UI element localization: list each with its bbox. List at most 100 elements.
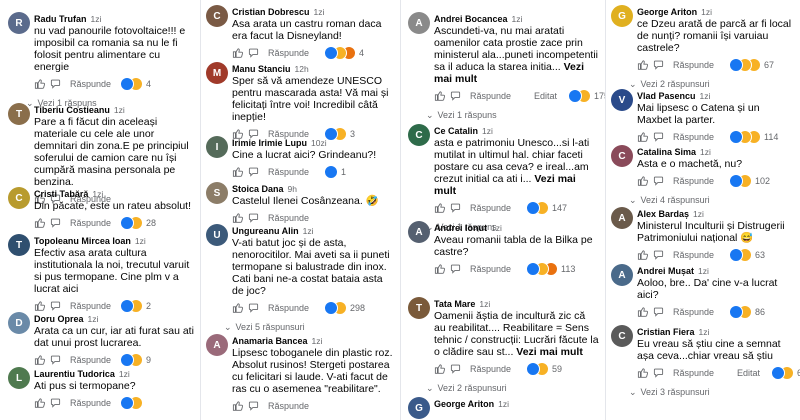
comment-time[interactable]: 1zi (699, 327, 710, 337)
like-reaction-icon[interactable] (324, 165, 338, 179)
comment-time[interactable]: 1zi (512, 14, 523, 24)
avatar[interactable]: C (408, 124, 430, 146)
reaction-count[interactable]: 67 (764, 58, 774, 72)
comment-icon[interactable] (50, 78, 61, 89)
comment-icon[interactable] (248, 166, 259, 177)
comment-author[interactable]: Cristian Dobrescu (232, 7, 310, 17)
reaction-count[interactable]: 28 (146, 216, 156, 230)
comment-author[interactable]: Andrei Bocancea (434, 14, 508, 24)
like-reaction-icon[interactable] (324, 127, 338, 141)
avatar[interactable]: T (8, 234, 30, 256)
like-icon[interactable] (434, 202, 445, 213)
avatar[interactable]: A (408, 221, 430, 243)
comment-author[interactable]: Irimie Irimie Lupu (232, 138, 307, 148)
comment-author[interactable]: Andrei Ionut (434, 223, 487, 233)
avatar[interactable]: T (8, 103, 30, 125)
reply-button[interactable]: Răspunde (70, 396, 111, 410)
comment-icon[interactable] (50, 354, 61, 365)
comment-author[interactable]: Andrei Mușat (637, 266, 694, 276)
comment-time[interactable]: 1zi (701, 7, 712, 17)
reaction-count[interactable]: 86 (755, 305, 765, 319)
reaction-count[interactable]: 114 (764, 130, 778, 144)
avatar[interactable]: C (8, 187, 30, 209)
like-icon[interactable] (637, 249, 648, 260)
reaction-count[interactable]: 2 (146, 299, 151, 313)
like-reaction-icon[interactable] (729, 305, 743, 319)
like-icon[interactable] (34, 78, 45, 89)
like-icon[interactable] (232, 166, 243, 177)
comment-time[interactable]: 9h (288, 184, 297, 194)
like-icon[interactable] (232, 302, 243, 313)
comment-author[interactable]: Cristi Tabără (34, 189, 88, 199)
comment-time[interactable]: 1zi (91, 14, 102, 24)
avatar[interactable]: V (611, 89, 633, 111)
comment-icon[interactable] (653, 175, 664, 186)
avatar[interactable]: C (611, 145, 633, 167)
avatar[interactable]: A (611, 207, 633, 229)
comment-icon[interactable] (248, 400, 259, 411)
comment-author[interactable]: Alex Bardaș (637, 209, 689, 219)
comment-icon[interactable] (248, 302, 259, 313)
comment-time[interactable]: 1zi (693, 209, 704, 219)
comment-time[interactable]: 1zi (498, 399, 509, 409)
comment-time[interactable]: 1zi (482, 126, 493, 136)
comment-icon[interactable] (653, 367, 664, 378)
avatar[interactable]: S (206, 182, 228, 204)
like-reaction-icon[interactable] (568, 89, 582, 103)
like-reaction-icon[interactable] (324, 46, 338, 60)
view-replies-link[interactable]: ⌄ Vezi 1 răspuns (426, 109, 591, 121)
avatar[interactable]: U (206, 224, 228, 246)
like-reaction-icon[interactable] (729, 174, 743, 188)
reaction-count[interactable]: 4 (146, 77, 151, 91)
comment-author[interactable]: Topoleanu Mircea Ioan (34, 236, 131, 246)
comment-time[interactable]: 1zi (88, 314, 99, 324)
avatar[interactable]: T (408, 297, 430, 319)
comment-time[interactable]: 1zi (491, 223, 502, 233)
like-icon[interactable] (434, 263, 445, 274)
reaction-count[interactable]: 4 (359, 46, 364, 60)
avatar[interactable]: L (8, 367, 30, 389)
comment-icon[interactable] (653, 59, 664, 70)
like-icon[interactable] (34, 300, 45, 311)
like-reaction-icon[interactable] (120, 396, 134, 410)
reply-button[interactable]: Răspunde (70, 77, 111, 91)
comment-author[interactable]: Ce Catalin (434, 126, 478, 136)
like-icon[interactable] (34, 354, 45, 365)
avatar[interactable]: A (206, 334, 228, 356)
like-icon[interactable] (232, 47, 243, 58)
comment-icon[interactable] (450, 202, 461, 213)
comment-author[interactable]: Doru Oprea (34, 314, 84, 324)
comment-time[interactable]: 1zi (698, 266, 709, 276)
avatar[interactable]: R (8, 12, 30, 34)
comment-author[interactable]: Laurentiu Tudorica (34, 369, 115, 379)
like-reaction-icon[interactable] (120, 353, 134, 367)
comment-icon[interactable] (450, 90, 461, 101)
view-replies-link[interactable]: ⌄ Vezi 3 răspunsuri (629, 386, 786, 398)
comment-time[interactable]: 1zi (479, 299, 490, 309)
reaction-count[interactable]: 59 (552, 362, 562, 376)
comment-icon[interactable] (50, 217, 61, 228)
reaction-count[interactable]: 113 (561, 262, 575, 276)
avatar[interactable]: G (408, 397, 430, 419)
avatar[interactable]: M (206, 62, 228, 84)
avatar[interactable]: I (206, 136, 228, 158)
reaction-count[interactable]: 147 (552, 201, 567, 215)
reply-button[interactable]: Răspunde (673, 174, 714, 188)
comment-author[interactable]: Cristian Fiera (637, 327, 695, 337)
like-icon[interactable] (434, 363, 445, 374)
like-reaction-icon[interactable] (729, 130, 743, 144)
avatar[interactable]: G (611, 5, 633, 27)
reaction-count[interactable]: 102 (755, 174, 770, 188)
comment-icon[interactable] (248, 212, 259, 223)
comment-time[interactable]: 1zi (312, 336, 323, 346)
reply-button[interactable]: Răspunde (673, 305, 714, 319)
avatar[interactable]: C (611, 325, 633, 347)
reply-button[interactable]: Răspunde (470, 201, 511, 215)
comment-author[interactable]: Anamaria Bancea (232, 336, 308, 346)
reply-button[interactable]: Răspunde (70, 216, 111, 230)
comment-author[interactable]: Catalina Sima (637, 147, 696, 157)
avatar[interactable]: D (8, 312, 30, 334)
comment-icon[interactable] (653, 306, 664, 317)
comment-time[interactable]: 10zi (311, 138, 327, 148)
like-icon[interactable] (637, 131, 648, 142)
